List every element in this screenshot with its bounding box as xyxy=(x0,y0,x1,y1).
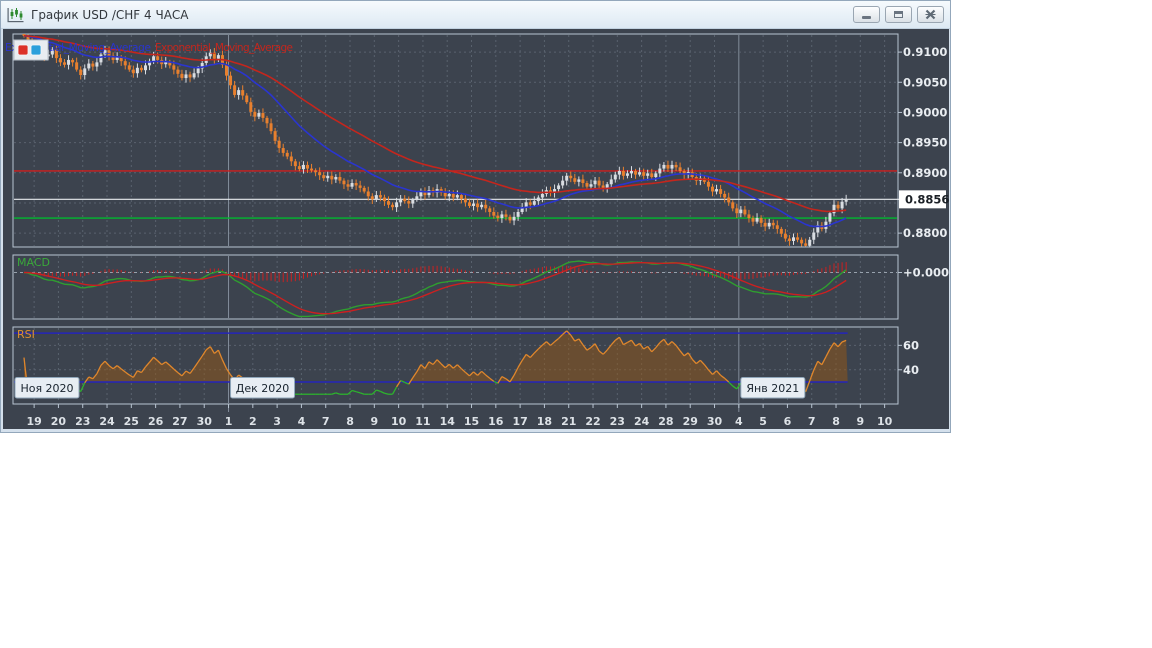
x-axis-label: 8 xyxy=(832,415,840,428)
x-axis-label: 9 xyxy=(370,415,378,428)
blue-indicator-button[interactable] xyxy=(30,44,42,56)
x-axis-label: 22 xyxy=(585,415,600,428)
month-box-label: Дек 2020 xyxy=(236,382,290,395)
restore-button[interactable] xyxy=(885,6,912,23)
chart-window: График USD /CHF 4 ЧАСА 0.9100 0.9050 0.900… xyxy=(0,0,951,433)
macd-axis-label: +0.000 xyxy=(903,266,949,280)
chart-canvas[interactable]: 0.9100 0.9050 0.9000 0.8950 0.8900 0.8800 0.88… xyxy=(1,29,951,430)
chart-icon xyxy=(7,7,24,22)
rsi-axis-label: 40 xyxy=(903,363,919,377)
rsi-label: RSI xyxy=(17,328,35,341)
price-axis-label: 0.9050 xyxy=(903,75,947,89)
legend-ema-slow: Exponential_Moving_Average xyxy=(155,42,293,54)
x-axis-label: 2 xyxy=(249,415,257,428)
x-axis-label: 28 xyxy=(658,415,673,428)
x-axis-label: 26 xyxy=(148,415,164,428)
price-axis-label: 0.9100 xyxy=(903,45,947,59)
price-axis-label: 0.8900 xyxy=(903,166,947,180)
x-axis-label: 29 xyxy=(683,415,698,428)
x-axis-label: 9 xyxy=(856,415,864,428)
x-axis-label: 30 xyxy=(707,415,723,428)
x-axis-label: 23 xyxy=(610,415,625,428)
close-button[interactable] xyxy=(917,6,944,23)
rsi-fill xyxy=(24,330,848,382)
close-icon xyxy=(925,9,936,20)
ema-line-21 xyxy=(23,35,847,228)
x-axis-label: 5 xyxy=(759,415,767,428)
x-axis-label: 25 xyxy=(124,415,139,428)
x-axis-label: 7 xyxy=(322,415,330,428)
x-axis-label: 7 xyxy=(808,415,816,428)
x-axis-label: 30 xyxy=(197,415,213,428)
macd-pane-frame xyxy=(12,254,899,320)
month-box-label: Ноя 2020 xyxy=(20,382,73,395)
x-axis-label: 4 xyxy=(735,415,743,428)
x-axis-label: 14 xyxy=(440,415,456,428)
minimize-button[interactable] xyxy=(853,6,880,23)
x-axis-label: 1 xyxy=(225,415,233,428)
x-axis-label: 27 xyxy=(172,415,187,428)
x-axis-label: 10 xyxy=(877,415,893,428)
x-axis-label: 24 xyxy=(634,415,650,428)
restore-icon xyxy=(894,11,903,18)
x-axis-label: 23 xyxy=(75,415,90,428)
x-axis-label: 4 xyxy=(298,415,306,428)
window-titlebar[interactable]: График USD /CHF 4 ЧАСА xyxy=(1,1,950,29)
x-axis-label: 17 xyxy=(512,415,527,428)
x-axis-label: 19 xyxy=(26,415,41,428)
x-axis-label: 8 xyxy=(346,415,354,428)
desktop: График USD /CHF 4 ЧАСА 0.9100 0.9050 0.900… xyxy=(0,0,1152,648)
x-axis-label: 10 xyxy=(391,415,407,428)
x-axis-label: 3 xyxy=(273,415,281,428)
x-axis-label: 20 xyxy=(51,415,67,428)
macd-line xyxy=(23,260,847,318)
price-axis-label: 0.8800 xyxy=(903,226,947,240)
rsi-axis-label: 60 xyxy=(903,338,919,352)
macd-label: MACD xyxy=(17,256,50,269)
current-price-value: 0.8856 xyxy=(905,192,949,206)
x-axis-label: 21 xyxy=(561,415,576,428)
x-axis-label: 6 xyxy=(784,415,792,428)
window-controls xyxy=(853,6,950,23)
price-axis-label: 0.9000 xyxy=(903,105,947,119)
red-indicator-button[interactable] xyxy=(17,44,29,56)
price-axis-label: 0.8950 xyxy=(903,136,947,150)
x-axis-label: 15 xyxy=(464,415,479,428)
x-axis-label: 16 xyxy=(488,415,504,428)
candles-layer xyxy=(22,34,848,247)
x-axis-label: 24 xyxy=(99,415,115,428)
minimize-icon xyxy=(862,15,871,19)
x-axis-label: 11 xyxy=(415,415,430,428)
macd-signal-line xyxy=(23,262,847,315)
window-title: График USD /CHF 4 ЧАСА xyxy=(31,7,189,22)
x-axis-label: 18 xyxy=(537,415,552,428)
month-box-label: Янв 2021 xyxy=(746,382,799,395)
